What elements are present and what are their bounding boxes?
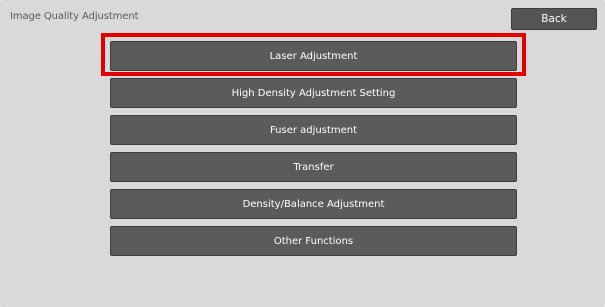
transfer-button[interactable]: Transfer bbox=[110, 152, 517, 182]
laser-adjustment-button[interactable]: Laser Adjustment bbox=[110, 41, 517, 71]
fuser-adjustment-button[interactable]: Fuser adjustment bbox=[110, 115, 517, 145]
adjustment-menu: Laser Adjustment High Density Adjustment… bbox=[110, 41, 517, 263]
page-title: Image Quality Adjustment bbox=[10, 11, 139, 22]
high-density-adjustment-setting-button[interactable]: High Density Adjustment Setting bbox=[110, 78, 517, 108]
other-functions-button[interactable]: Other Functions bbox=[110, 226, 517, 256]
density-balance-adjustment-button[interactable]: Density/Balance Adjustment bbox=[110, 189, 517, 219]
back-button[interactable]: Back bbox=[511, 8, 597, 30]
image-quality-adjustment-screen: Image Quality Adjustment Back Laser Adju… bbox=[0, 0, 605, 307]
